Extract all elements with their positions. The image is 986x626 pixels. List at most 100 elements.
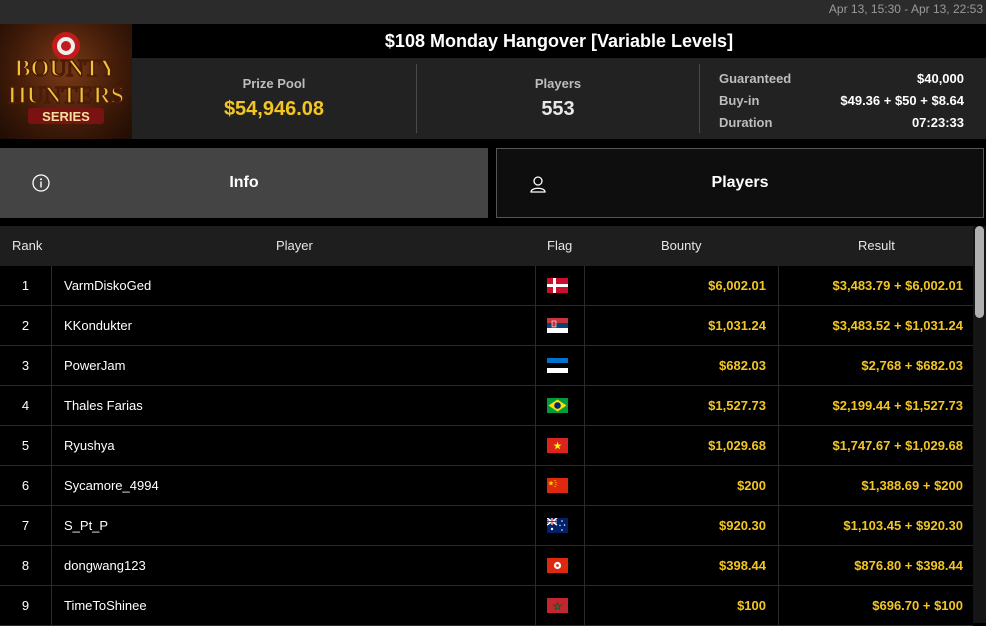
- tournament-title: $108 Monday Hangover [Variable Levels]: [132, 24, 986, 58]
- players-stat: Players 553: [416, 58, 700, 139]
- divider: [699, 64, 700, 133]
- tab-info-label: Info: [229, 174, 259, 191]
- bounty-cell: $920.30: [719, 518, 766, 533]
- denmark-flag-icon: [547, 278, 568, 293]
- table-row[interactable]: 3 PowerJam $682.03 $2,768 + $682.03: [0, 346, 973, 386]
- table-row[interactable]: 7 S_Pt_P $920.30 $1,103.45 + $920.30: [0, 506, 973, 546]
- svg-text:SERIES: SERIES: [42, 109, 90, 124]
- rank-cell: 3: [0, 346, 52, 385]
- table-row[interactable]: 4 Thales Farias $1,527.73 $2,199.44 + $1,52…: [0, 386, 973, 426]
- top-bar: Apr 13, 15:30 - Apr 13, 22:53: [0, 0, 986, 24]
- flag-cell: [535, 306, 585, 345]
- serbia-flag-icon: [547, 318, 568, 333]
- china-flag-icon: [547, 478, 568, 493]
- scrollbar[interactable]: [973, 226, 986, 623]
- result-cell: $2,768 + $682.03: [778, 346, 963, 385]
- duration-label: Duration: [719, 115, 773, 130]
- brazil-flag-icon: [547, 398, 568, 413]
- flag-cell: [535, 466, 585, 505]
- buyin-value: $49.36 + $50 + $8.64: [840, 93, 964, 108]
- player-name[interactable]: Sycamore_4994: [64, 466, 159, 505]
- result-cell: $876.80 + $398.44: [778, 546, 963, 585]
- flag-cell: [535, 506, 585, 545]
- flag-cell: [535, 386, 585, 425]
- tournament-stats: Prize Pool $54,946.08 Players 553 Guaran…: [132, 58, 986, 139]
- result-cell: $1,103.45 + $920.30: [778, 506, 963, 545]
- buyin-label: Buy-in: [719, 93, 760, 108]
- header-flag[interactable]: Flag: [547, 238, 572, 253]
- prize-pool-value: $54,946.08: [223, 98, 325, 120]
- table-row[interactable]: 5 Ryushya $1,029.68 $1,747.67 + $1,029.68: [0, 426, 973, 466]
- rank-cell: 7: [0, 506, 52, 545]
- players-value: 553: [541, 98, 575, 120]
- table-row[interactable]: 6 Sycamore_4994 $200 $1,388.69 + $200: [0, 466, 973, 506]
- header-player[interactable]: Player: [276, 238, 313, 253]
- rank-cell: 9: [0, 586, 52, 625]
- duration-row: Duration 07:23:33: [719, 112, 964, 134]
- rank-cell: 6: [0, 466, 52, 505]
- bounty-cell: $398.44: [719, 558, 766, 573]
- result-cell: $3,483.52 + $1,031.24: [778, 306, 963, 345]
- tab-info[interactable]: Info: [0, 148, 488, 218]
- result-cell: $1,388.69 + $200: [778, 466, 963, 505]
- bounty-cell: $682.03: [719, 358, 766, 373]
- table-row[interactable]: 9 TimeToShinee $100 $696.70 + $100: [0, 586, 973, 626]
- vietnam-flag-icon: [547, 438, 568, 453]
- info-icon: [32, 174, 50, 192]
- table-row[interactable]: 1 VarmDiskoGed $6,002.01 $3,483.79 + $6,002…: [0, 266, 973, 306]
- flag-cell: [535, 426, 585, 465]
- rank-cell: 2: [0, 306, 52, 345]
- prize-pool-stat: Prize Pool $54,946.08: [132, 58, 416, 139]
- player-name[interactable]: TimeToShinee: [64, 586, 147, 625]
- flag-cell: [535, 266, 585, 305]
- header-result[interactable]: Result: [858, 238, 895, 253]
- header-rank[interactable]: Rank: [12, 238, 42, 253]
- table-header: Rank Player Flag Bounty Result: [0, 226, 973, 266]
- svg-text:HUNTERS: HUNTERS: [8, 83, 124, 109]
- bounty-cell: $1,527.73: [708, 398, 766, 413]
- guaranteed-label: Guaranteed: [719, 71, 792, 86]
- player-name[interactable]: S_Pt_P: [64, 506, 108, 545]
- australia-flag-icon: [547, 518, 568, 533]
- bounty-cell: $6,002.01: [708, 278, 766, 293]
- scroll-thumb[interactable]: [975, 226, 984, 318]
- guaranteed-row: Guaranteed $40,000: [719, 68, 964, 90]
- bounty-cell: $1,031.24: [708, 318, 766, 333]
- rank-cell: 4: [0, 386, 52, 425]
- result-cell: $2,199.44 + $1,527.73: [778, 386, 963, 425]
- result-cell: $696.70 + $100: [778, 586, 963, 625]
- table-row[interactable]: 2 KKondukter $1,031.24 $3,483.52 + $1,031.2…: [0, 306, 973, 346]
- result-cell: $1,747.67 + $1,029.68: [778, 426, 963, 465]
- tab-players-label: Players: [711, 174, 769, 191]
- date-range: Apr 13, 15:30 - Apr 13, 22:53: [828, 2, 983, 16]
- rank-cell: 5: [0, 426, 52, 465]
- player-name[interactable]: Thales Farias: [64, 386, 143, 425]
- flag-cell: [535, 586, 585, 625]
- players-label: Players: [534, 76, 582, 91]
- player-name[interactable]: dongwang123: [64, 546, 146, 585]
- header-bounty[interactable]: Bounty: [661, 238, 701, 253]
- flag-cell: [535, 546, 585, 585]
- bounty-cell: $1,029.68: [708, 438, 766, 453]
- player-name[interactable]: PowerJam: [64, 346, 125, 385]
- result-cell: $3,483.79 + $6,002.01: [778, 266, 963, 305]
- bounty-cell: $100: [737, 598, 766, 613]
- guaranteed-value: $40,000: [917, 71, 964, 86]
- svg-text:BOUNTY: BOUNTY: [15, 56, 118, 82]
- morocco-flag-icon: [547, 598, 568, 613]
- table-row[interactable]: 8 dongwang123 $398.44 $876.80 + $398.44: [0, 546, 973, 586]
- player-name[interactable]: KKondukter: [64, 306, 132, 345]
- bounty-cell: $200: [737, 478, 766, 493]
- user-icon: [530, 176, 546, 193]
- buyin-row: Buy-in $49.36 + $50 + $8.64: [719, 90, 964, 112]
- rank-cell: 1: [0, 266, 52, 305]
- hong-kong-flag-icon: [547, 558, 568, 573]
- player-name[interactable]: Ryushya: [64, 426, 115, 465]
- results-table: 1 VarmDiskoGed $6,002.01 $3,483.79 + $6,002…: [0, 266, 973, 626]
- rank-cell: 8: [0, 546, 52, 585]
- tournament-details: Guaranteed $40,000 Buy-in $49.36 + $50 +…: [719, 68, 964, 134]
- player-name[interactable]: VarmDiskoGed: [64, 266, 151, 305]
- tab-players[interactable]: Players: [496, 148, 984, 218]
- prize-pool-label: Prize Pool: [242, 76, 306, 91]
- duration-value: 07:23:33: [911, 115, 964, 130]
